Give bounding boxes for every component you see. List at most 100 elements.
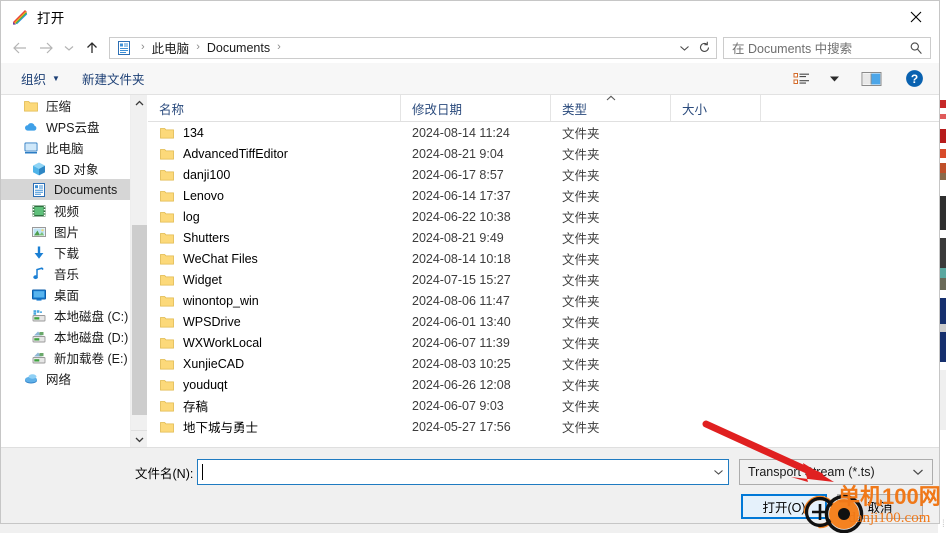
breadcrumb-chevron-down-icon[interactable] [679, 38, 690, 58]
file-name: 存稿 [183, 400, 209, 414]
table-row[interactable]: Shutters 2024-08-21 9:49 文件夹 [148, 227, 939, 248]
table-row[interactable]: WeChat Files 2024-08-14 10:18 文件夹 [148, 248, 939, 269]
cell-name: log [148, 206, 401, 227]
table-row[interactable]: danji100 2024-06-17 8:57 文件夹 [148, 164, 939, 185]
preview-pane-icon[interactable] [857, 67, 887, 91]
sidebar-item-压缩[interactable]: 压缩 [1, 95, 130, 116]
network-icon [23, 371, 39, 387]
column-header-type[interactable]: 类型 [551, 95, 671, 121]
sidebar-item-label: 音乐 [54, 268, 80, 282]
table-row[interactable]: WPSDrive 2024-06-01 13:40 文件夹 [148, 311, 939, 332]
cell-type: 文件夹 [562, 148, 600, 162]
scroll-up-chevron-icon[interactable] [131, 95, 147, 112]
cell-type: 文件夹 [562, 274, 600, 288]
table-row[interactable]: Lenovo 2024-06-14 17:37 文件夹 [148, 185, 939, 206]
breadcrumb-item-1[interactable]: Documents [207, 41, 270, 55]
sidebar-item-此电脑[interactable]: 此电脑 [1, 137, 130, 158]
sidebar-item-wps云盘[interactable]: WPS云盘 [1, 116, 130, 137]
new-folder-button[interactable]: 新建文件夹 [76, 67, 151, 90]
sidebar-item-label: 3D 对象 [54, 163, 99, 177]
help-circle-icon[interactable]: ? [899, 67, 929, 91]
refresh-icon[interactable] [698, 38, 711, 58]
table-row[interactable]: youduqt 2024-06-26 12:08 文件夹 [148, 374, 939, 395]
file-rows: 134 2024-08-14 11:24 文件夹 AdvancedTiffEdi… [148, 122, 939, 447]
table-row[interactable]: AdvancedTiffEditor 2024-08-21 9:04 文件夹 [148, 143, 939, 164]
drive-icon [31, 329, 47, 345]
breadcrumb[interactable]: › 此电脑 › Documents › [109, 36, 717, 59]
search-input[interactable]: 在 Documents 中搜索 [723, 36, 931, 59]
sidebar-item-网络[interactable]: 网络 [1, 368, 130, 389]
column-header-row: 名称 修改日期 类型 大小 [148, 95, 939, 122]
search-placeholder: 在 Documents 中搜索 [732, 42, 853, 56]
column-header-name[interactable]: 名称 [148, 95, 401, 121]
sidebar-item-下载[interactable]: 下载 [1, 242, 130, 263]
cell-type: 文件夹 [562, 295, 600, 309]
breadcrumb-separator: › [141, 41, 145, 53]
sidebar-item-桌面[interactable]: 桌面 [1, 284, 130, 305]
recent-locations-chevron-down-icon[interactable] [59, 36, 79, 60]
column-header-date[interactable]: 修改日期 [401, 95, 551, 121]
sidebar-scrollbar[interactable] [130, 95, 147, 447]
cell-date: 2024-06-17 8:57 [412, 167, 504, 182]
sidebar-item-label: 下载 [54, 247, 80, 261]
filename-input[interactable] [197, 459, 729, 485]
cell-type: 文件夹 [562, 316, 600, 330]
view-list-icon[interactable] [787, 67, 817, 91]
filename-label: 文件名(N): [135, 467, 194, 481]
open-file-dialog: 打开 › 此电脑 › Documents › 在 Documents 中搜索 组… [0, 0, 940, 524]
sidebar-item-label: 本地磁盘 (C:) [54, 310, 129, 324]
back-icon[interactable] [7, 36, 33, 60]
cell-size [671, 332, 761, 353]
scroll-down-chevron-icon[interactable] [131, 430, 147, 447]
forward-icon[interactable] [33, 36, 59, 60]
folder-icon [159, 314, 175, 330]
folder-icon [159, 251, 175, 267]
pictures-icon [31, 224, 47, 240]
table-row[interactable]: WXWorkLocal 2024-06-07 11:39 文件夹 [148, 332, 939, 353]
file-name: WXWorkLocal [183, 335, 262, 350]
navigation-sidebar: 压缩 WPS云盘 此电脑 3D 对象 Documents 视频 图片下载音乐桌面本地磁盘 (… [1, 95, 148, 447]
sidebar-item-新加载卷-(e:)[interactable]: 新加载卷 (E:) [1, 347, 130, 368]
sidebar-item-3d-对象[interactable]: 3D 对象 [1, 158, 130, 179]
up-one-level-icon[interactable] [79, 36, 105, 60]
sidebar-item-视频[interactable]: 视频 [1, 200, 130, 221]
sidebar-item-documents[interactable]: Documents [1, 179, 130, 200]
view-mode-group[interactable] [787, 67, 849, 91]
file-name: 地下城与勇士 [183, 421, 259, 435]
open-button[interactable]: 打开(O) [741, 494, 827, 519]
scrollbar-thumb[interactable] [132, 225, 147, 415]
cell-size [671, 227, 761, 248]
folder-icon [159, 356, 175, 372]
breadcrumb-item-0[interactable]: 此电脑 [152, 38, 190, 57]
cell-size [671, 143, 761, 164]
svg-text:?: ? [910, 72, 917, 86]
filetype-dropdown[interactable]: Transport Stream (*.ts) [739, 459, 933, 485]
column-header-size[interactable]: 大小 [671, 95, 761, 121]
cancel-button[interactable]: 取消 [837, 494, 923, 519]
table-row[interactable]: log 2024-06-22 10:38 文件夹 [148, 206, 939, 227]
file-name: log [183, 209, 200, 224]
table-row[interactable]: 存稿 2024-06-07 9:03 文件夹 [148, 395, 939, 416]
table-row[interactable]: 134 2024-08-14 11:24 文件夹 [148, 122, 939, 143]
close-icon[interactable] [893, 1, 939, 32]
table-row[interactable]: winontop_win 2024-08-06 11:47 文件夹 [148, 290, 939, 311]
new-folder-label: 新建文件夹 [81, 73, 145, 87]
view-chevron-down-icon[interactable] [819, 67, 849, 91]
folder-icon [159, 398, 175, 414]
sidebar-item-音乐[interactable]: 音乐 [1, 263, 130, 284]
filename-chevron-down-icon[interactable] [713, 460, 724, 484]
sidebar-item-图片[interactable]: 图片 [1, 221, 130, 242]
cell-name: Widget [148, 269, 401, 290]
drive-icon [31, 350, 47, 366]
table-row[interactable]: XunjieCAD 2024-08-03 10:25 文件夹 [148, 353, 939, 374]
text-cursor [202, 464, 203, 480]
3d-object-icon [31, 161, 47, 177]
sidebar-item-本地磁盘-(c:)[interactable]: 本地磁盘 (C:) [1, 305, 130, 326]
cell-type: 文件夹 [562, 400, 600, 414]
sidebar-item-本地磁盘-(d:)[interactable]: 本地磁盘 (D:) [1, 326, 130, 347]
filetype-chevron-down-icon[interactable] [912, 460, 924, 484]
organize-button[interactable]: 组织 ▼ [15, 67, 66, 90]
file-name: 134 [183, 125, 204, 140]
table-row[interactable]: 地下城与勇士 2024-05-27 17:56 文件夹 [148, 416, 939, 437]
table-row[interactable]: Widget 2024-07-15 15:27 文件夹 [148, 269, 939, 290]
